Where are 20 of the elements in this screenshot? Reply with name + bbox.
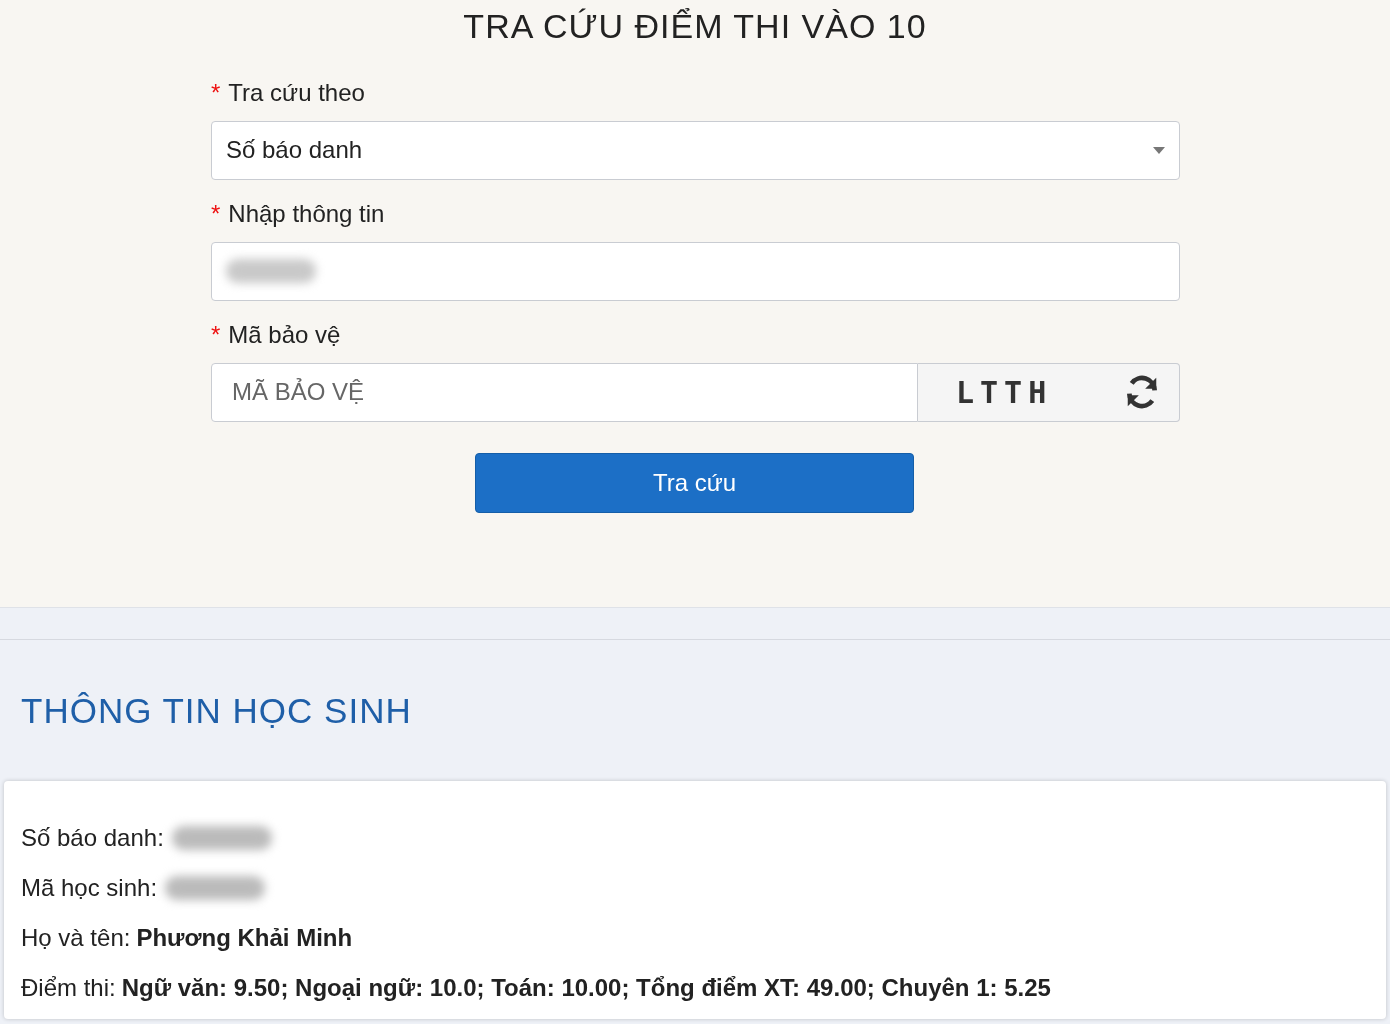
info-label: Điểm thi: bbox=[21, 973, 116, 1003]
section-heading: THÔNG TIN HỌC SINH bbox=[21, 689, 412, 732]
caret-icon bbox=[1153, 146, 1165, 154]
search-button[interactable]: Tra cứu bbox=[475, 452, 914, 513]
input-field[interactable] bbox=[211, 241, 1180, 301]
required-mark: * bbox=[211, 78, 221, 106]
field-label: Mã bảo vệ bbox=[228, 320, 341, 348]
info-value: Phương Khải Minh bbox=[136, 923, 353, 953]
captcha-image: LTTH bbox=[956, 373, 1053, 412]
page-title: TRA CỨU ĐIỂM THI VÀO 10 bbox=[462, 6, 928, 47]
info-label: Số báo danh: bbox=[21, 823, 164, 853]
field-label: Nhập thông tin bbox=[228, 199, 385, 227]
info-label: Mã học sinh: bbox=[21, 873, 158, 903]
select-field[interactable]: Số báo danh bbox=[211, 120, 1180, 180]
required-mark: * bbox=[211, 199, 221, 227]
captcha-input[interactable]: MÃ BẢO VỆ bbox=[211, 362, 918, 422]
required-mark: * bbox=[211, 320, 221, 348]
info-label: Họ và tên: bbox=[21, 923, 131, 953]
info-value: Ngữ văn: 9.50; Ngoại ngữ: 10.0; Toán: 10.00; Tổng điểm XT: 49.00; Chuyên 1: 5.25 bbox=[121, 973, 1051, 1003]
field-label: Tra cứu theo bbox=[228, 78, 365, 106]
